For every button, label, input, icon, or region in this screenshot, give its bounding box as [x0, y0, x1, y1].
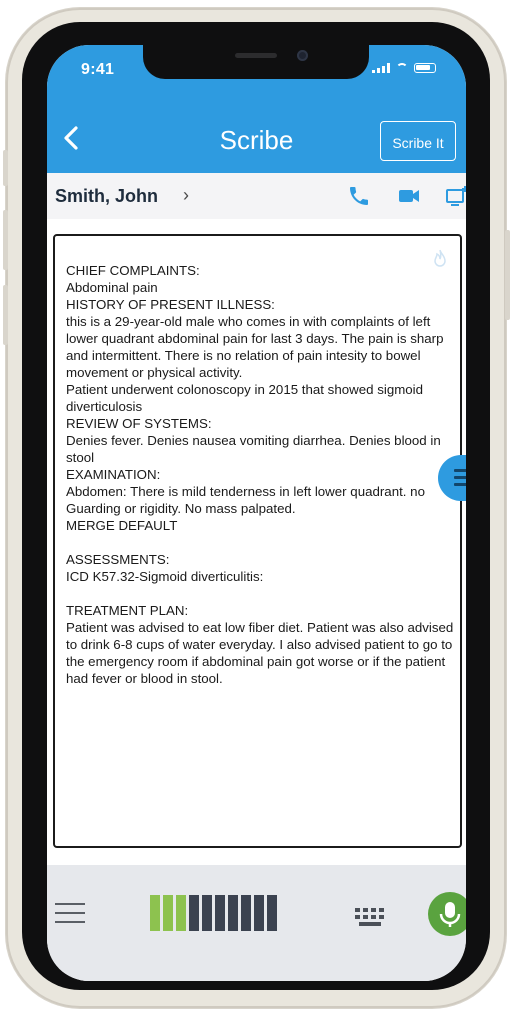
- bottom-toolbar: [47, 865, 466, 981]
- scribe-note-panel[interactable]: CHIEF COMPLAINTS: Abdominal pain HISTORY…: [53, 234, 462, 848]
- menu-icon: [454, 469, 466, 490]
- meter-bar: [228, 895, 238, 931]
- microphone-icon: [439, 902, 461, 927]
- app-screen: 9:41 Scribe Scribe It Smith, John › CHIE…: [47, 45, 466, 981]
- patient-bar: Smith, John ›: [47, 173, 466, 219]
- chevron-right-icon[interactable]: ›: [183, 185, 189, 206]
- speaker: [235, 53, 277, 58]
- status-icons: [372, 63, 436, 73]
- keyboard-icon[interactable]: [355, 906, 385, 928]
- scribe-it-button[interactable]: Scribe It: [380, 121, 456, 161]
- video-icon[interactable]: [397, 184, 421, 208]
- meter-bar: [202, 895, 212, 931]
- patient-name[interactable]: Smith, John: [55, 186, 158, 207]
- phone-side-button: [505, 230, 510, 320]
- meter-bar: [215, 895, 225, 931]
- hamburger-menu-icon[interactable]: [55, 903, 85, 930]
- meter-bar: [267, 895, 277, 931]
- meter-bar: [163, 895, 173, 931]
- microphone-button[interactable]: [428, 892, 466, 936]
- meter-bar: [189, 895, 199, 931]
- phone-side-button: [3, 150, 8, 186]
- note-text[interactable]: CHIEF COMPLAINTS: Abdominal pain HISTORY…: [66, 262, 458, 687]
- phone-side-button: [3, 210, 8, 270]
- wifi-icon: [395, 63, 409, 73]
- signal-icon: [372, 63, 390, 73]
- meter-bar: [254, 895, 264, 931]
- battery-icon: [414, 63, 436, 73]
- audio-level-meter: [150, 895, 277, 931]
- status-time: 9:41: [81, 61, 115, 78]
- front-camera: [297, 50, 308, 61]
- notch: [143, 45, 369, 79]
- meter-bar: [150, 895, 160, 931]
- phone-side-button: [3, 285, 8, 345]
- screen-share-icon[interactable]: [445, 184, 466, 208]
- phone-icon[interactable]: [347, 184, 371, 208]
- meter-bar: [176, 895, 186, 931]
- meter-bar: [241, 895, 251, 931]
